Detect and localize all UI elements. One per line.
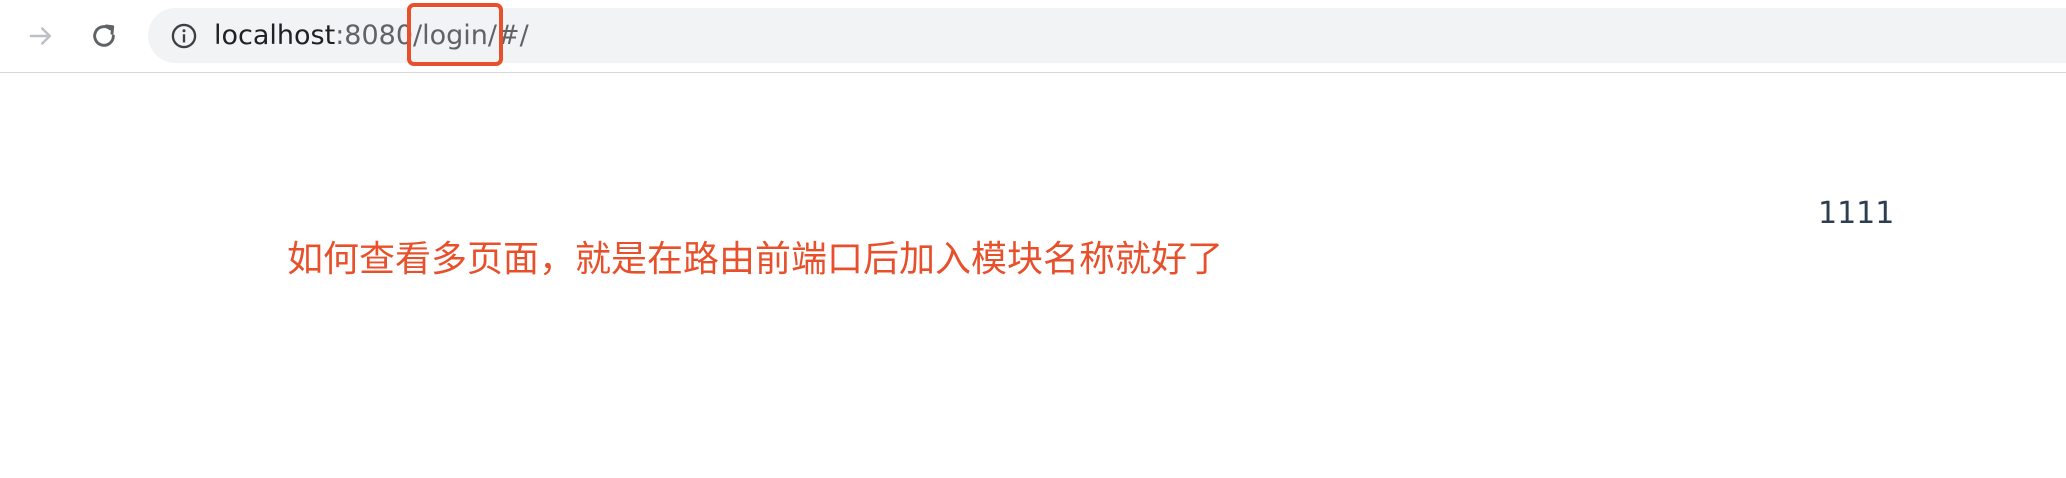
annotation-text: 如何查看多页面，就是在路由前端口后加入模块名称就好了 <box>287 239 1224 280</box>
reload-icon <box>93 24 115 47</box>
info-icon[interactable] <box>170 22 198 50</box>
reload-button[interactable] <box>82 14 126 58</box>
browser-toolbar: localhost:8080/login/#/ <box>0 0 2066 73</box>
annotation-highlight-box <box>407 3 503 66</box>
page-number-text: 1111 <box>1818 196 1895 231</box>
url-host: localhost <box>214 20 336 51</box>
arrow-right-icon <box>29 27 51 45</box>
forward-button[interactable] <box>19 14 63 58</box>
